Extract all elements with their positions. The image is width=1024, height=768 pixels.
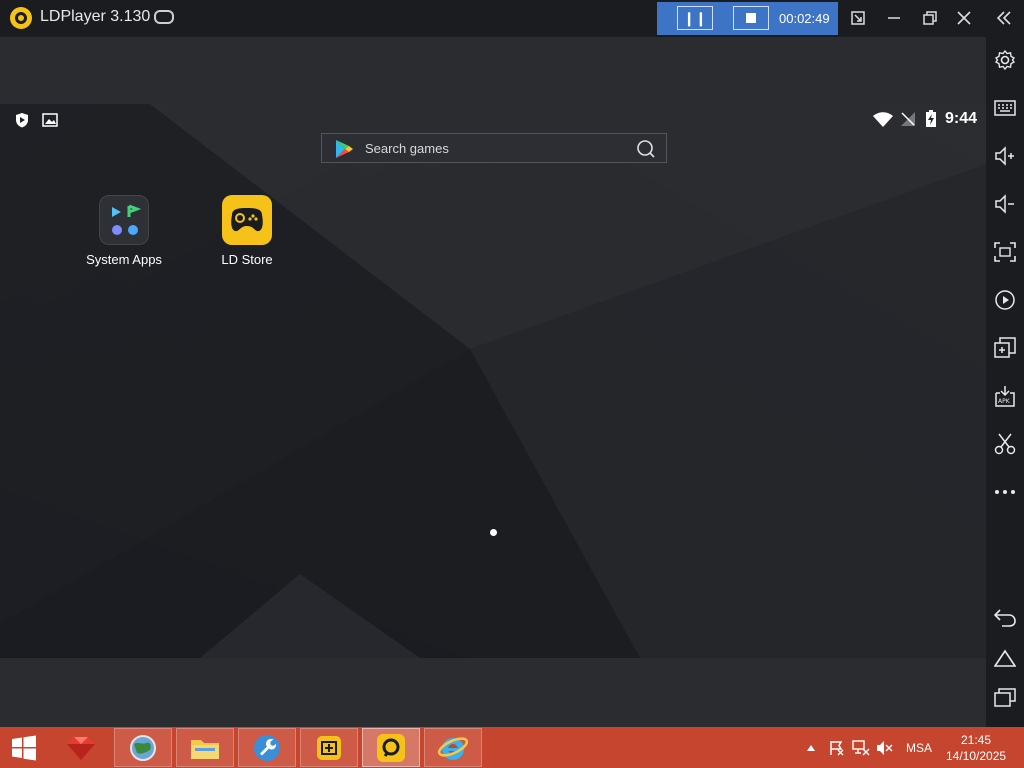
search-icon[interactable]: [636, 139, 656, 159]
taskbar-date: 14/10/2025: [946, 749, 1007, 763]
taskbar-time: 21:45: [960, 733, 992, 747]
taskbar-app-internet-explorer[interactable]: [424, 728, 482, 767]
app-ld-store[interactable]: LD Store: [202, 195, 292, 267]
taskbar-app-ruby[interactable]: [52, 728, 110, 767]
rotate-icon[interactable]: [993, 288, 1017, 312]
android-home-screen[interactable]: 9:44 Search games System Apps LD Store: [0, 104, 986, 658]
apk-install-icon[interactable]: APK: [993, 384, 1017, 408]
wallpaper-polygons: [0, 104, 986, 658]
pause-recording-button[interactable]: ❙❙: [677, 6, 713, 30]
start-button[interactable]: [0, 728, 48, 767]
folder-icon: [191, 739, 219, 759]
network-disconnected-icon[interactable]: [852, 727, 870, 768]
fullscreen-icon[interactable]: [993, 240, 1017, 264]
window-title: LDPlayer 3.130: [40, 8, 151, 25]
action-center-flag-icon[interactable]: [829, 727, 845, 768]
recording-panel: ❙❙ 00:02:49: [657, 2, 838, 35]
volume-up-icon[interactable]: [993, 144, 1017, 168]
close-button[interactable]: [951, 5, 977, 31]
globe-icon: [130, 734, 156, 761]
ld-multi-player-icon: [317, 735, 341, 760]
wrench-icon: [254, 734, 280, 761]
more-icon[interactable]: [993, 480, 1017, 504]
taskbar-app-ld-multi[interactable]: [300, 728, 358, 767]
app-label-ld-store: LD Store: [221, 252, 273, 267]
ldplayer-taskbar-icon: [377, 733, 405, 762]
volume-down-icon[interactable]: [993, 192, 1017, 216]
taskbar-app-file-explorer[interactable]: [176, 728, 234, 767]
search-placeholder: Search games: [365, 141, 449, 156]
restore-button[interactable]: [917, 5, 943, 31]
taskbar-clock[interactable]: 21:45 14/10/2025: [946, 732, 1006, 764]
search-games-bar[interactable]: Search games: [321, 133, 667, 163]
recent-apps-icon[interactable]: [993, 685, 1017, 709]
ld-store-icon: [222, 195, 272, 245]
emulator-bottom-border: [0, 658, 986, 727]
taskbar-app-tools[interactable]: [238, 728, 296, 767]
ruby-gem-icon: [67, 736, 95, 760]
svg-text:APK: APK: [998, 398, 1011, 405]
app-label-system-apps: System Apps: [86, 252, 162, 267]
collapse-sidebar-icon[interactable]: [991, 5, 1017, 31]
app-system-apps[interactable]: System Apps: [79, 195, 169, 267]
show-hidden-icons-button[interactable]: [806, 727, 816, 768]
title-bar: LDPlayer 3.130 ❙❙ 00:02:49: [0, 0, 1024, 37]
image-notification-icon: [42, 113, 58, 127]
wifi-icon: [873, 112, 893, 127]
battery-charging-icon: [926, 110, 936, 127]
windows-taskbar: MSA 21:45 14/10/2025: [0, 727, 1024, 768]
shield-icon: [16, 113, 28, 128]
settings-icon[interactable]: [993, 48, 1017, 72]
internet-explorer-icon: [437, 736, 469, 760]
multi-instance-icon[interactable]: [993, 336, 1017, 360]
home-icon[interactable]: [993, 646, 1017, 670]
no-signal-icon: [901, 112, 915, 126]
recording-timer: 00:02:49: [779, 11, 830, 26]
input-language-indicator[interactable]: MSA: [906, 727, 932, 768]
stop-recording-button[interactable]: [733, 6, 769, 30]
android-clock: 9:44: [945, 110, 978, 127]
right-sidebar: APK: [986, 37, 1024, 727]
scissors-icon[interactable]: [993, 432, 1017, 456]
gamepad-icon[interactable]: [154, 10, 174, 24]
emulator-top-border: [0, 37, 986, 104]
windows-logo-icon: [12, 735, 36, 760]
volume-muted-icon[interactable]: [876, 727, 894, 768]
keyboard-icon[interactable]: [993, 96, 1017, 120]
minimize-button[interactable]: [881, 5, 907, 31]
taskbar-app-network[interactable]: [114, 728, 172, 767]
back-icon[interactable]: [993, 606, 1017, 630]
system-apps-folder-icon: [99, 195, 149, 245]
google-play-icon: [336, 140, 353, 158]
shrink-window-icon[interactable]: [845, 5, 871, 31]
page-indicator-dot: [490, 529, 497, 536]
taskbar-app-ldplayer[interactable]: [362, 728, 420, 767]
ldplayer-logo-icon: [10, 7, 32, 29]
